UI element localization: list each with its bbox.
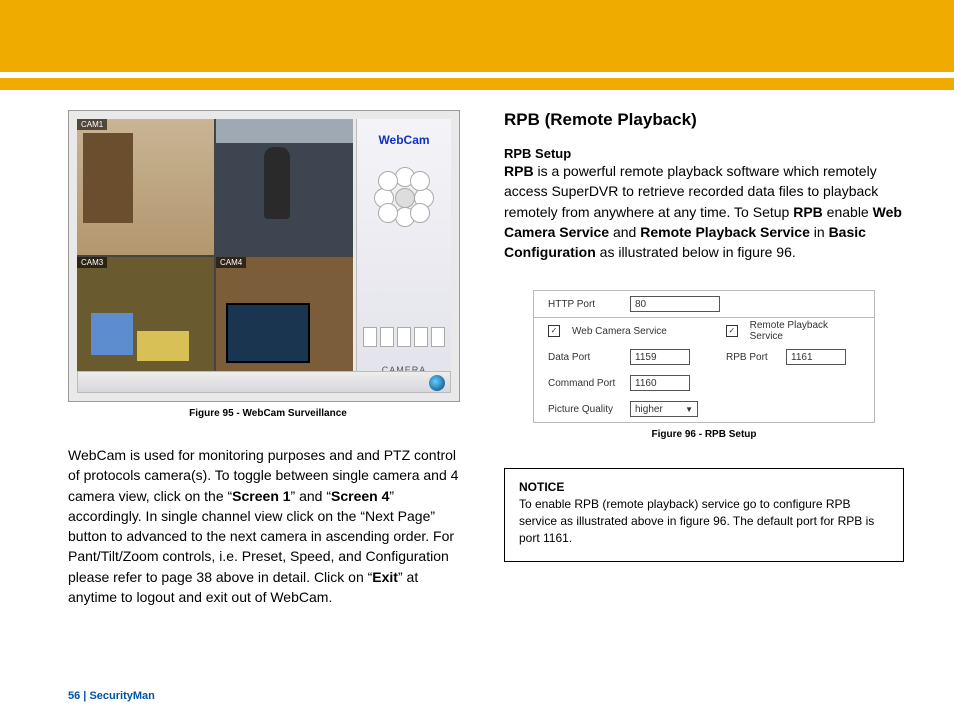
rpb-heading: RPB (Remote Playback): [504, 110, 904, 130]
header-stripe: [0, 72, 954, 78]
camera-label-1: CAM1: [77, 119, 107, 130]
ptz-nw-button[interactable]: [378, 171, 398, 191]
ptz-dpad: [374, 167, 434, 227]
text-fragment: in: [810, 224, 829, 240]
figure-96-caption: Figure 96 - RPB Setup: [504, 429, 904, 440]
manual-page: CAM1 CAM2 CAM3 CAM4 WebCam: [0, 0, 954, 716]
data-port-label: Data Port: [548, 352, 622, 363]
screen1-bold: Screen 1: [232, 488, 290, 504]
toolbar-button-4[interactable]: [414, 327, 428, 347]
power-button-icon[interactable]: [429, 375, 445, 391]
left-column: CAM1 CAM2 CAM3 CAM4 WebCam: [68, 110, 468, 686]
notice-body: To enable RPB (remote playback) service …: [519, 496, 889, 546]
exit-bold: Exit: [372, 569, 398, 585]
rpb-setup-heading: RPB Setup: [504, 146, 904, 161]
picture-quality-value: higher: [635, 404, 663, 415]
camera-grid: CAM1 CAM2 CAM3 CAM4: [77, 119, 353, 393]
text-fragment: ” and “: [291, 488, 331, 504]
notice-box: NOTICE To enable RPB (remote playback) s…: [504, 468, 904, 561]
text-bold: RPB: [504, 163, 534, 179]
command-port-input[interactable]: 1160: [630, 375, 690, 391]
rpb-port-input[interactable]: 1161: [786, 349, 846, 365]
right-column: RPB (Remote Playback) RPB Setup RPB is a…: [504, 110, 904, 686]
text-fragment: and: [609, 224, 640, 240]
camera-label-4: CAM4: [216, 257, 246, 268]
text-fragment: as illustrated below in figure 96.: [596, 244, 796, 260]
command-port-label: Command Port: [548, 378, 622, 389]
notice-title: NOTICE: [519, 479, 889, 496]
picture-quality-label: Picture Quality: [548, 404, 622, 415]
camera-feed-1[interactable]: CAM1: [77, 119, 214, 255]
ptz-center-button[interactable]: [395, 188, 415, 208]
rpb-port-value: 1161: [791, 352, 813, 363]
footer-page-number: 56: [68, 690, 80, 702]
web-camera-label: Web Camera Service: [572, 326, 667, 337]
text-bold: Remote Playback Service: [640, 224, 810, 240]
http-port-input[interactable]: 80: [630, 296, 720, 312]
data-port-input[interactable]: 1159: [630, 349, 690, 365]
toolbar-button-5[interactable]: [431, 327, 445, 347]
command-port-value: 1160: [635, 378, 657, 389]
content-area: CAM1 CAM2 CAM3 CAM4 WebCam: [68, 110, 904, 686]
ptz-sw-button[interactable]: [378, 203, 398, 223]
camera-label-3: CAM3: [77, 257, 107, 268]
http-port-value: 80: [635, 299, 646, 310]
camera-feed-2[interactable]: CAM2: [216, 119, 353, 255]
toolbar-button-1[interactable]: [363, 327, 377, 347]
webcam-side-panel: WebCam: [356, 119, 451, 393]
chevron-down-icon: ▼: [685, 405, 693, 414]
data-port-value: 1159: [635, 352, 657, 363]
ptz-se-button[interactable]: [410, 203, 430, 223]
text-fragment: enable: [823, 204, 873, 220]
text-bold: RPB: [793, 204, 823, 220]
rpb-service-checkbox[interactable]: ✓: [726, 325, 738, 337]
webcam-bottom-bar: [77, 371, 451, 393]
screen4-bold: Screen 4: [331, 488, 389, 504]
toolbar-button-3[interactable]: [397, 327, 411, 347]
webcam-description: WebCam is used for monitoring purposes a…: [68, 445, 468, 607]
rpb-port-label: RPB Port: [726, 352, 778, 363]
figure-95-webcam-app: CAM1 CAM2 CAM3 CAM4 WebCam: [68, 110, 460, 402]
figure-95-caption: Figure 95 - WebCam Surveillance: [68, 408, 468, 419]
web-camera-checkbox[interactable]: ✓: [548, 325, 560, 337]
ptz-ne-button[interactable]: [410, 171, 430, 191]
toolbar-button-2[interactable]: [380, 327, 394, 347]
webcam-title: WebCam: [357, 133, 451, 147]
rpb-description: RPB is a powerful remote playback softwa…: [504, 161, 904, 262]
figure-96-rpb-setup-panel: HTTP Port 80 ✓ Web Camera Service Data Po…: [533, 290, 875, 423]
page-footer: 56 | SecurityMan: [68, 690, 155, 702]
ptz-toolbar: [363, 327, 445, 347]
picture-quality-select[interactable]: higher ▼: [630, 401, 698, 417]
footer-brand: SecurityMan: [89, 690, 154, 702]
http-port-label: HTTP Port: [548, 299, 622, 310]
rpb-service-label: Remote Playback Service: [750, 320, 860, 342]
